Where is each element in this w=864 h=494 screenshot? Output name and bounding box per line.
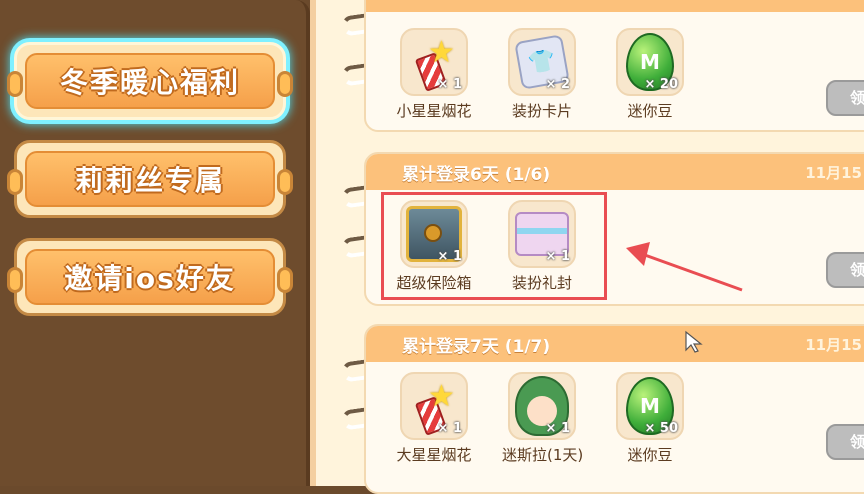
reward-item[interactable]: ★ × 1 小星星烟花 (394, 28, 474, 121)
tab-lilith-exclusive[interactable]: 莉莉丝专属 (7, 140, 293, 218)
reward-item[interactable]: 👕 × 2 装扮卡片 (502, 28, 582, 121)
tab-winter-welfare[interactable]: 冬季暖心福利 (7, 42, 293, 120)
tab-pin (277, 169, 293, 195)
reward-item[interactable]: M × 20 迷你豆 (610, 28, 690, 121)
reward-card-header (366, 0, 864, 12)
item-name: 迷你豆 (627, 446, 673, 464)
item-name: 大星星烟花 (396, 446, 472, 464)
claim-button[interactable]: 领 (826, 80, 864, 116)
item-qty: × 1 (545, 421, 570, 436)
tab-label: 莉莉丝专属 (74, 164, 225, 197)
item-qty: × 50 (644, 421, 678, 436)
card-date: 11月15 (805, 335, 862, 354)
sidebar: 冬季暖心福利 莉莉丝专属 邀请ios好友 (0, 0, 316, 486)
item-qty: × 20 (644, 77, 678, 92)
tab-pin (7, 267, 23, 293)
tab-label: 邀请ios好友 (64, 262, 236, 295)
card-title: 累计登录6天 (1/6) (402, 164, 551, 185)
card-date: 11月15 (805, 163, 862, 182)
highlight-box (381, 192, 607, 300)
mouse-cursor-icon (685, 330, 703, 353)
item-qty: × 2 (545, 77, 570, 92)
tab-pin (277, 71, 293, 97)
tab-label: 冬季暖心福利 (59, 66, 240, 99)
tab-pin (7, 71, 23, 97)
arrow-icon (626, 242, 743, 292)
reward-card-header: 累计登录7天 (1/7) 11月15 (366, 326, 864, 362)
tab-pin (277, 267, 293, 293)
tab-pin (7, 169, 23, 195)
item-qty: × 1 (437, 77, 462, 92)
reward-item[interactable]: ★ × 1 大星星烟花 (394, 372, 474, 465)
item-name: 小星星烟花 (396, 102, 472, 120)
reward-card-header: 累计登录6天 (1/6) 11月15 (366, 154, 864, 190)
reward-item[interactable]: × 1 迷斯拉(1天) (502, 372, 584, 465)
card-title: 累计登录7天 (1/7) (402, 336, 551, 357)
item-qty: × 1 (437, 421, 462, 436)
tab-invite-ios-friends[interactable]: 邀请ios好友 (7, 238, 293, 316)
item-name: 迷斯拉(1天) (502, 446, 584, 464)
item-name: 迷你豆 (627, 102, 673, 120)
claim-button[interactable]: 领 (826, 424, 864, 460)
reward-item[interactable]: M × 50 迷你豆 (610, 372, 690, 465)
claim-button[interactable]: 领 (826, 252, 864, 288)
item-name: 装扮卡片 (511, 102, 572, 120)
